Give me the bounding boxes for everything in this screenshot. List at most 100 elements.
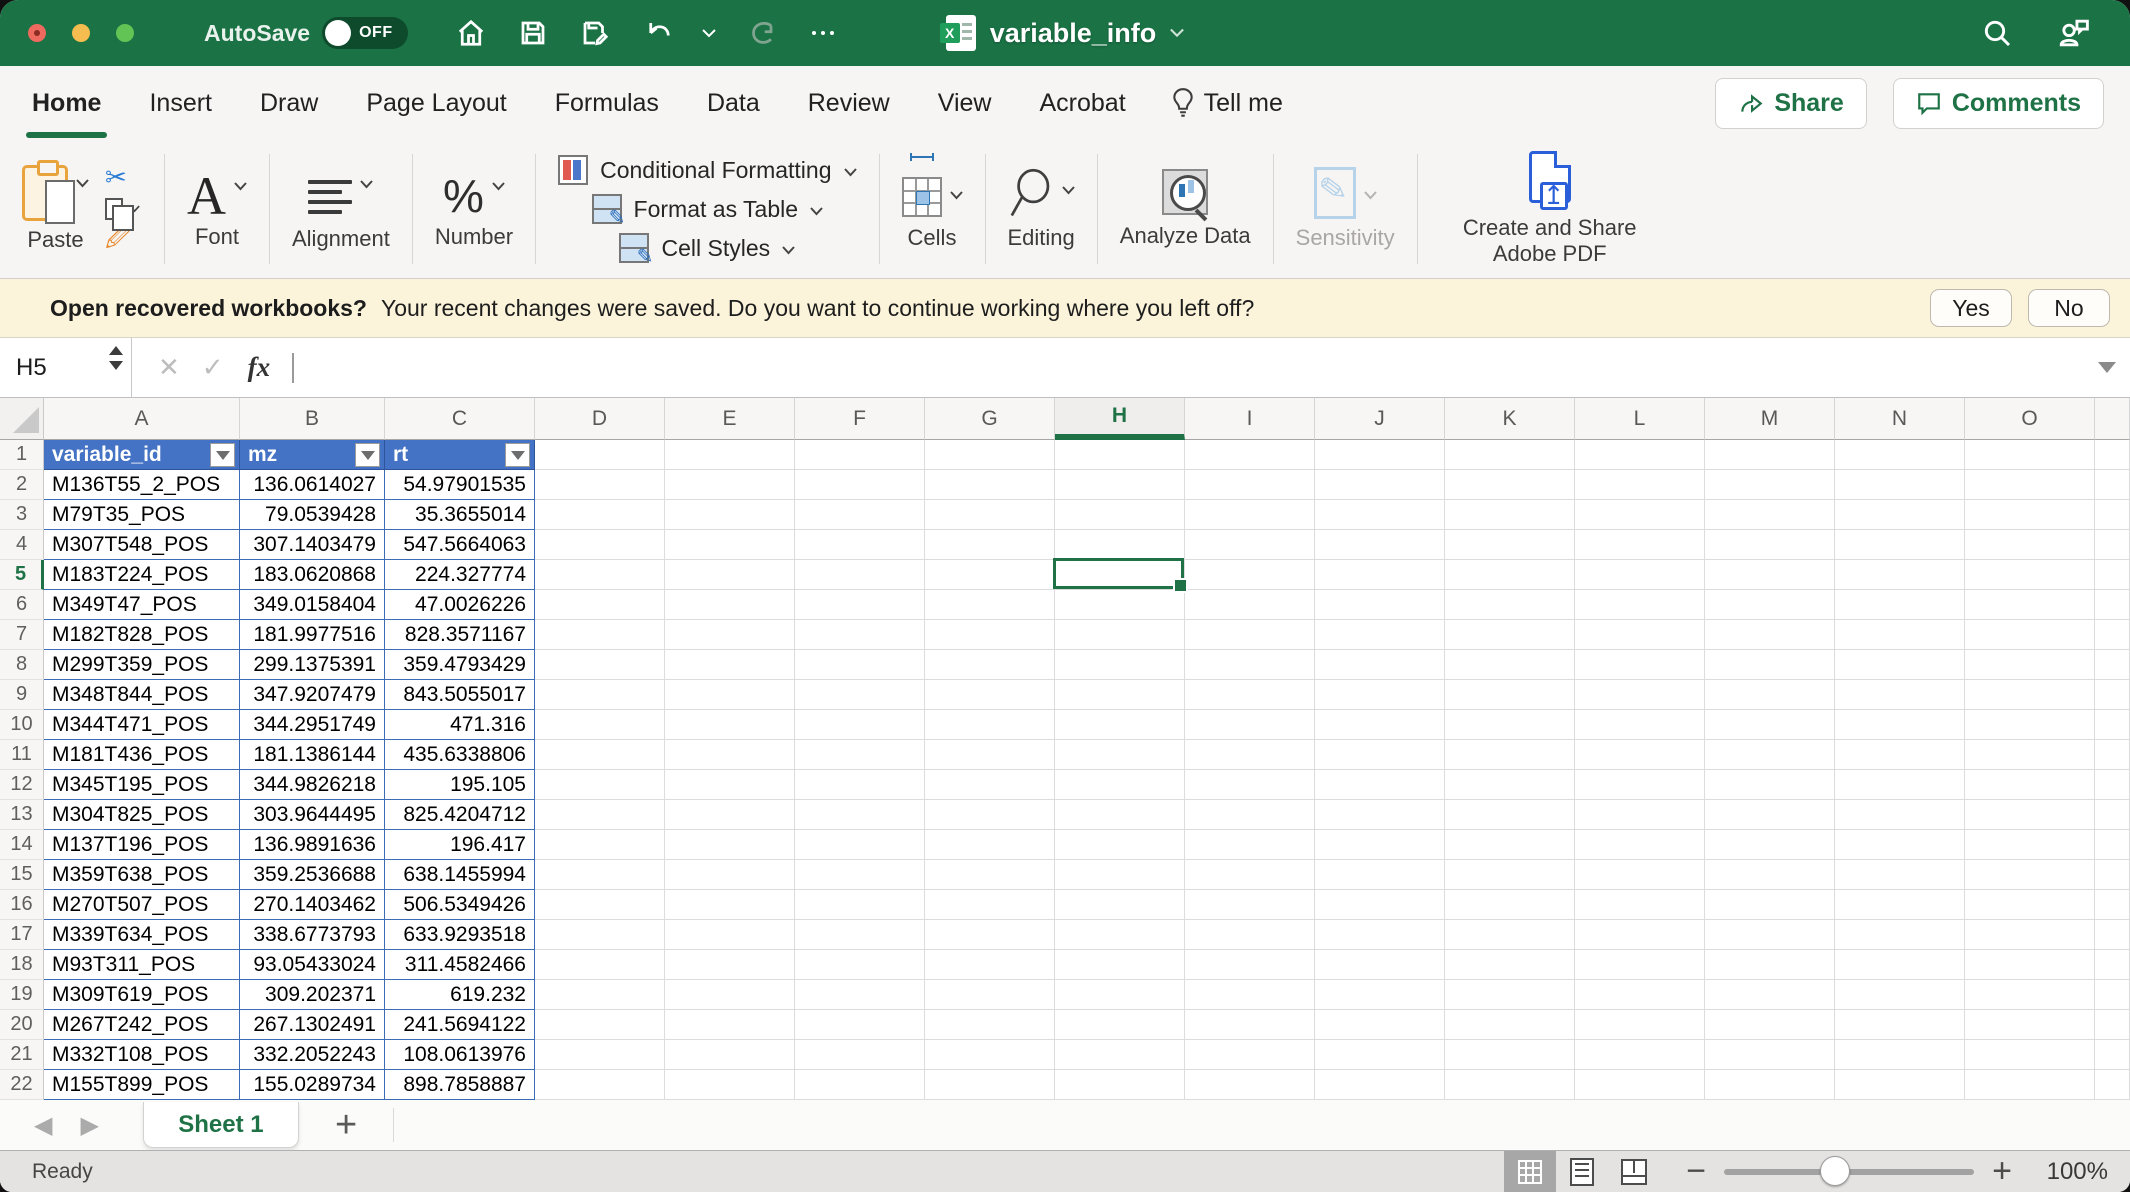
empty-cell[interactable] [1315, 800, 1445, 830]
save-icon[interactable] [516, 16, 550, 50]
empty-cell[interactable] [1055, 470, 1185, 500]
empty-cell[interactable] [1835, 770, 1965, 800]
empty-cell[interactable] [665, 980, 795, 1010]
empty-cell[interactable] [1965, 620, 2095, 650]
empty-cell[interactable] [1185, 680, 1315, 710]
empty-cell[interactable] [1315, 770, 1445, 800]
empty-cell[interactable] [1965, 1070, 2095, 1100]
empty-cell[interactable] [2095, 590, 2130, 620]
empty-cell[interactable] [535, 800, 665, 830]
row-header-19[interactable]: 19 [0, 980, 44, 1010]
empty-cell[interactable] [1575, 650, 1705, 680]
empty-cell[interactable] [1445, 530, 1575, 560]
empty-cell[interactable] [2095, 500, 2130, 530]
page-layout-view-button[interactable] [1556, 1151, 1608, 1192]
empty-cell[interactable] [1445, 560, 1575, 590]
empty-cell[interactable] [1055, 620, 1185, 650]
empty-cell[interactable] [665, 650, 795, 680]
formula-bar-expand-icon[interactable] [2098, 362, 2116, 373]
empty-cell[interactable] [925, 800, 1055, 830]
empty-cell[interactable] [2095, 800, 2130, 830]
empty-cell[interactable] [795, 530, 925, 560]
cell-B18[interactable]: 93.05433024 [240, 950, 385, 980]
empty-cell[interactable] [1705, 710, 1835, 740]
empty-cell[interactable] [1835, 800, 1965, 830]
tab-formulas[interactable]: Formulas [553, 81, 661, 126]
empty-cell[interactable] [1835, 1010, 1965, 1040]
empty-cell[interactable] [925, 710, 1055, 740]
empty-cell[interactable] [1575, 590, 1705, 620]
column-header-K[interactable]: K [1445, 398, 1575, 440]
row-header-18[interactable]: 18 [0, 950, 44, 980]
empty-cell[interactable] [925, 920, 1055, 950]
editing-group[interactable]: Editing [986, 140, 1097, 278]
empty-cell[interactable] [1185, 560, 1315, 590]
search-icon[interactable] [1980, 16, 2014, 50]
empty-cell[interactable] [2095, 650, 2130, 680]
empty-cell[interactable] [1315, 920, 1445, 950]
empty-cell[interactable] [1705, 740, 1835, 770]
copy-button[interactable] [105, 197, 142, 221]
empty-cell[interactable] [1965, 560, 2095, 590]
empty-cell[interactable] [1315, 620, 1445, 650]
empty-cell[interactable] [1055, 710, 1185, 740]
empty-cell[interactable] [1055, 500, 1185, 530]
empty-cell[interactable] [795, 620, 925, 650]
empty-cell[interactable] [665, 710, 795, 740]
empty-cell[interactable] [1965, 1010, 2095, 1040]
empty-cell[interactable] [1185, 620, 1315, 650]
alignment-group[interactable]: Alignment [270, 140, 412, 278]
empty-cell[interactable] [1315, 680, 1445, 710]
empty-cell[interactable] [1055, 680, 1185, 710]
cancel-entry-icon[interactable]: ✕ [158, 352, 180, 383]
row-header-12[interactable]: 12 [0, 770, 44, 800]
empty-cell[interactable] [1315, 560, 1445, 590]
no-button[interactable]: No [2028, 289, 2110, 327]
empty-cell[interactable] [2095, 830, 2130, 860]
empty-cell[interactable] [1185, 920, 1315, 950]
cell-B11[interactable]: 181.1386144 [240, 740, 385, 770]
empty-cell[interactable] [1445, 770, 1575, 800]
add-sheet-button[interactable]: + [335, 1104, 357, 1147]
cell-C4[interactable]: 547.5664063 [385, 530, 535, 560]
empty-cell[interactable] [1055, 800, 1185, 830]
zoom-in-button[interactable]: + [1992, 1152, 2012, 1191]
empty-cell[interactable] [1315, 1010, 1445, 1040]
empty-cell[interactable] [665, 830, 795, 860]
filter-dropdown-icon[interactable] [210, 443, 235, 467]
cell-C2[interactable]: 54.97901535 [385, 470, 535, 500]
empty-cell[interactable] [1705, 860, 1835, 890]
empty-cell[interactable] [925, 650, 1055, 680]
empty-cell[interactable] [795, 770, 925, 800]
column-header-D[interactable]: D [535, 398, 665, 440]
empty-cell[interactable] [1965, 650, 2095, 680]
empty-cell[interactable] [665, 920, 795, 950]
insert-function-icon[interactable]: fx [248, 352, 271, 383]
cell-A20[interactable]: M267T242_POS [44, 1010, 240, 1040]
empty-cell[interactable] [1575, 950, 1705, 980]
empty-cell[interactable] [795, 1070, 925, 1100]
empty-cell[interactable] [925, 860, 1055, 890]
name-box-spinner[interactable] [109, 346, 123, 370]
column-header-I[interactable]: I [1185, 398, 1315, 440]
empty-cell[interactable] [1575, 980, 1705, 1010]
cell-A6[interactable]: M349T47_POS [44, 590, 240, 620]
cell-C12[interactable]: 195.105 [385, 770, 535, 800]
column-header-B[interactable]: B [240, 398, 385, 440]
empty-cell[interactable] [1575, 440, 1705, 470]
name-box[interactable]: H5 [0, 338, 132, 398]
empty-cell[interactable] [1835, 950, 1965, 980]
column-header-M[interactable]: M [1705, 398, 1835, 440]
empty-cell[interactable] [1055, 920, 1185, 950]
cell-C15[interactable]: 638.1455994 [385, 860, 535, 890]
empty-cell[interactable] [1055, 1070, 1185, 1100]
empty-cell[interactable] [795, 890, 925, 920]
empty-cell[interactable] [1575, 560, 1705, 590]
empty-cell[interactable] [925, 890, 1055, 920]
empty-cell[interactable] [795, 1010, 925, 1040]
zoom-percent[interactable]: 100% [2034, 1158, 2108, 1186]
empty-cell[interactable] [535, 500, 665, 530]
empty-cell[interactable] [1835, 710, 1965, 740]
empty-cell[interactable] [1445, 980, 1575, 1010]
format-as-table-button[interactable]: Format as Table [592, 194, 823, 224]
